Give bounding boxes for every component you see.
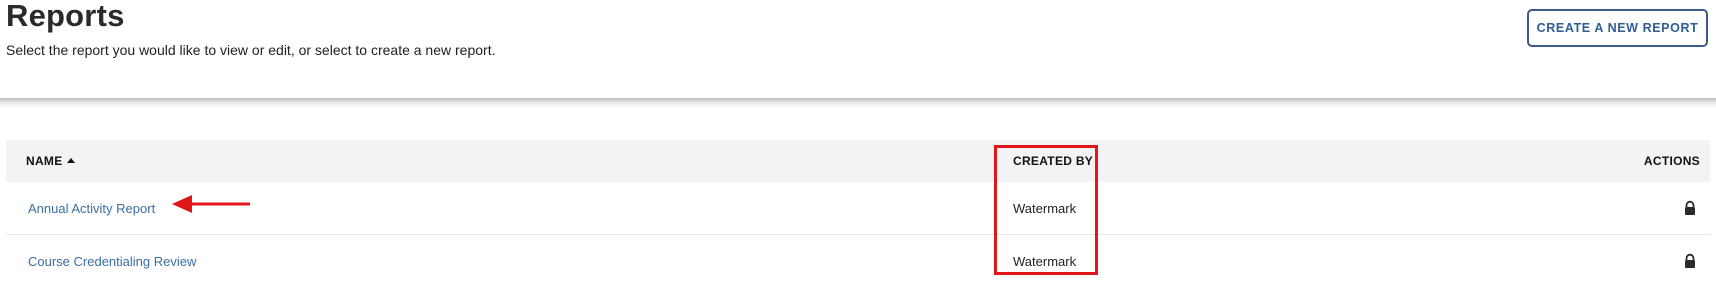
- table-row: Annual Activity Report Watermark: [6, 182, 1710, 235]
- column-header-actions-label: ACTIONS: [1643, 154, 1700, 168]
- actions-cell: [1682, 182, 1698, 234]
- column-header-name[interactable]: NAME: [26, 140, 75, 182]
- column-header-created-by[interactable]: CREATED BY: [1013, 140, 1093, 182]
- table-row: Course Credentialing Review Watermark: [6, 235, 1710, 284]
- actions-cell: [1682, 235, 1698, 284]
- sort-ascending-icon: [66, 158, 75, 163]
- page-title: Reports: [6, 0, 125, 33]
- reports-page: Reports Select the report you would like…: [0, 0, 1716, 284]
- reports-table: NAME CREATED BY ACTIONS Annual Activity …: [6, 140, 1710, 284]
- created-by-cell: Watermark: [1013, 200, 1077, 216]
- create-new-report-button[interactable]: CREATE A NEW REPORT: [1527, 9, 1708, 47]
- column-header-name-label: NAME: [26, 154, 63, 168]
- report-name-cell: Annual Activity Report: [28, 182, 155, 234]
- column-header-created-by-label: CREATED BY: [1013, 154, 1094, 168]
- lock-icon: [1685, 200, 1695, 215]
- report-link-annual-activity-report[interactable]: Annual Activity Report: [28, 201, 155, 216]
- header-divider-shadow: [0, 98, 1716, 108]
- lock-icon: [1685, 253, 1695, 268]
- page-subtitle: Select the report you would like to view…: [6, 42, 496, 58]
- column-header-actions: ACTIONS: [1644, 140, 1700, 182]
- table-header-row: NAME CREATED BY ACTIONS: [6, 140, 1710, 182]
- report-link-course-credentialing-review[interactable]: Course Credentialing Review: [28, 254, 196, 269]
- page-header: Reports Select the report you would like…: [0, 0, 1716, 100]
- created-by-cell: Watermark: [1013, 253, 1077, 269]
- report-name-cell: Course Credentialing Review: [28, 235, 196, 284]
